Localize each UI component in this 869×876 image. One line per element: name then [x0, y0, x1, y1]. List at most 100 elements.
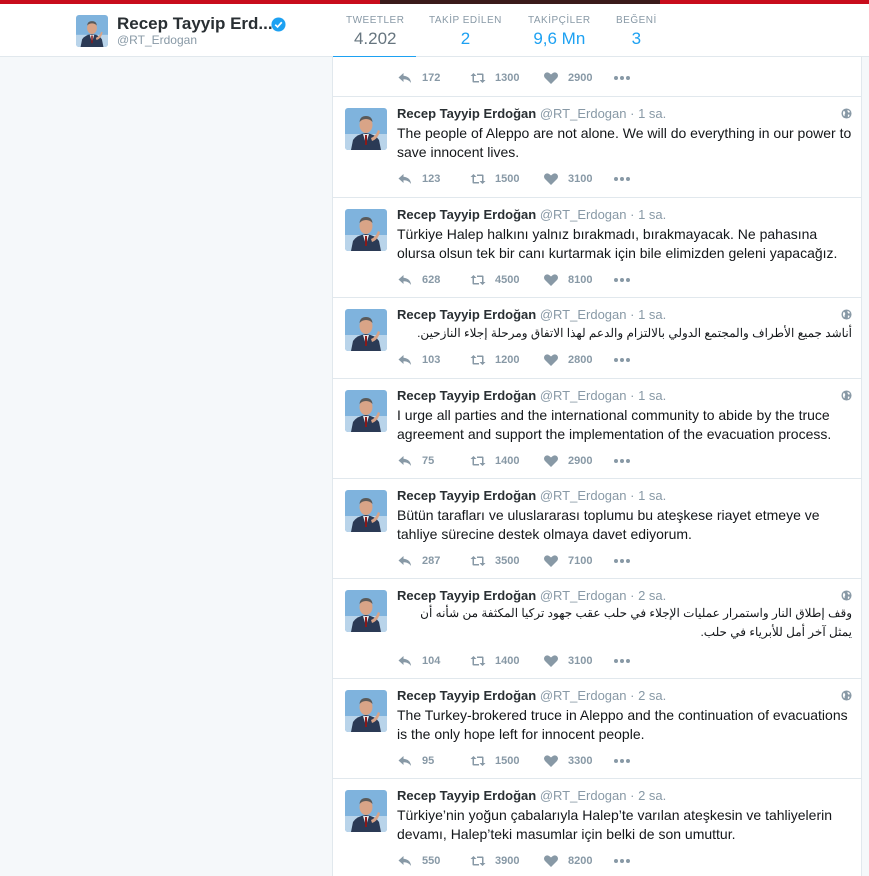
tweet-avatar[interactable] [345, 490, 387, 532]
tweet-time[interactable]: 1 sa. [638, 307, 666, 322]
more-button[interactable] [613, 853, 631, 869]
reply-count: 287 [422, 555, 441, 567]
like-button[interactable]: 3100 [543, 171, 592, 187]
retweet-button[interactable]: 3500 [470, 553, 519, 569]
globe-icon[interactable] [841, 690, 852, 701]
tweet-author-name[interactable]: Recep Tayyip Erdoğan [397, 488, 536, 503]
tweet-author-handle[interactable]: @RT_Erdogan [540, 488, 627, 503]
tweet[interactable]: Recep Tayyip Erdoğan @RT_Erdogan · 2 sa.… [333, 579, 861, 679]
stat-followers[interactable]: TAKİPÇİLER 9,6 Mn [528, 15, 591, 49]
more-button[interactable] [613, 70, 631, 86]
stat-tweets[interactable]: TWEETLER 4.202 [346, 15, 404, 49]
stat-following[interactable]: TAKİP EDİLEN 2 [429, 15, 502, 49]
tweet-author-name[interactable]: Recep Tayyip Erdoğan [397, 788, 536, 803]
like-button[interactable]: 3100 [543, 653, 592, 669]
reply-button[interactable]: 550 [397, 853, 440, 869]
tweet-avatar[interactable] [345, 590, 387, 632]
reply-button[interactable]: 123 [397, 171, 440, 187]
profile-avatar[interactable] [76, 15, 108, 47]
reply-button[interactable]: 95 [397, 753, 434, 769]
stat-likes[interactable]: BEĞENİ 3 [616, 15, 657, 49]
tweet-author-name[interactable]: Recep Tayyip Erdoğan [397, 307, 536, 322]
like-count: 3100 [568, 655, 593, 667]
tweet[interactable]: Recep Tayyip Erdoğan @RT_Erdogan · 1 sa.… [333, 198, 861, 298]
tweet-author-handle[interactable]: @RT_Erdogan [540, 788, 627, 803]
more-button[interactable] [613, 453, 631, 469]
tweet-author-name[interactable]: Recep Tayyip Erdoğan [397, 588, 536, 603]
retweet-icon [470, 853, 486, 869]
tweet-author-handle[interactable]: @RT_Erdogan [540, 307, 627, 322]
like-button[interactable]: 8100 [543, 272, 592, 288]
retweet-button[interactable]: 4500 [470, 272, 519, 288]
like-count: 2900 [568, 455, 593, 467]
retweet-button[interactable]: 1200 [470, 352, 519, 368]
more-button[interactable] [613, 352, 631, 368]
tweet-separator: · [630, 106, 635, 121]
tweet[interactable]: Recep Tayyip Erdoğan @RT_Erdogan · 2 sa.… [333, 679, 861, 779]
tweet-time[interactable]: 1 sa. [638, 106, 666, 121]
more-button[interactable] [613, 272, 631, 288]
reply-count: 172 [422, 72, 441, 84]
reply-icon [397, 352, 413, 368]
tweet-author-name[interactable]: Recep Tayyip Erdoğan [397, 207, 536, 222]
tweet-author-handle[interactable]: @RT_Erdogan [540, 588, 627, 603]
tweet-author-name[interactable]: Recep Tayyip Erdoğan [397, 388, 536, 403]
tweet-time[interactable]: 1 sa. [638, 488, 666, 503]
globe-icon[interactable] [841, 390, 852, 401]
tweet-time[interactable]: 2 sa. [638, 688, 666, 703]
tweet-avatar[interactable] [345, 309, 387, 351]
like-button[interactable]: 2800 [543, 352, 592, 368]
retweet-button[interactable]: 1400 [470, 653, 519, 669]
tweet-author-handle[interactable]: @RT_Erdogan [540, 388, 627, 403]
tweet-avatar[interactable] [345, 209, 387, 251]
profile-name[interactable]: Recep Tayyip Erd... [117, 14, 273, 34]
reply-button[interactable]: 172 [397, 70, 440, 86]
retweet-count: 3900 [495, 855, 520, 867]
globe-icon[interactable] [841, 108, 852, 119]
tweet-time[interactable]: 1 sa. [638, 207, 666, 222]
tweet-author-handle[interactable]: @RT_Erdogan [540, 688, 627, 703]
reply-count: 75 [422, 455, 435, 467]
globe-icon[interactable] [841, 590, 852, 601]
tweet-author-name[interactable]: Recep Tayyip Erdoğan [397, 688, 536, 703]
tweet-time[interactable]: 1 sa. [638, 388, 666, 403]
tweet-avatar[interactable] [345, 108, 387, 150]
like-button[interactable]: 8200 [543, 853, 592, 869]
tweet[interactable]: Recep Tayyip Erdoğan @RT_Erdogan · 2 sa.… [333, 779, 861, 876]
reply-button[interactable]: 103 [397, 352, 440, 368]
retweet-icon [470, 352, 486, 368]
tweet[interactable]: Recep Tayyip Erdoğan @RT_Erdogan · 1 sa.… [333, 379, 861, 479]
like-button[interactable]: 3300 [543, 753, 592, 769]
tweet-author-handle[interactable]: @RT_Erdogan [540, 207, 627, 222]
retweet-button[interactable]: 3900 [470, 853, 519, 869]
more-button[interactable] [613, 753, 631, 769]
more-button[interactable] [613, 171, 631, 187]
tweet-time[interactable]: 2 sa. [638, 588, 666, 603]
reply-button[interactable]: 287 [397, 553, 440, 569]
tweet-avatar[interactable] [345, 690, 387, 732]
like-button[interactable]: 2900 [543, 70, 592, 86]
retweet-button[interactable]: 1500 [470, 171, 519, 187]
tweet[interactable]: Recep Tayyip Erdoğan @RT_Erdogan · 1 sa.… [333, 479, 861, 579]
more-button[interactable] [613, 653, 631, 669]
globe-icon[interactable] [841, 309, 852, 320]
tweet[interactable]: Recep Tayyip Erdoğan @RT_Erdogan · 1 sa.… [333, 298, 861, 379]
like-button[interactable]: 2900 [543, 453, 592, 469]
tweet-author-name[interactable]: Recep Tayyip Erdoğan [397, 106, 536, 121]
tweet-avatar[interactable] [345, 790, 387, 832]
like-button[interactable]: 7100 [543, 553, 592, 569]
reply-button[interactable]: 104 [397, 653, 440, 669]
retweet-button[interactable]: 1300 [470, 70, 519, 86]
more-icon [613, 853, 631, 869]
tweet-author-handle[interactable]: @RT_Erdogan [540, 106, 627, 121]
tweet-partial[interactable]: 172 1300 2900 [333, 57, 861, 97]
reply-button[interactable]: 628 [397, 272, 440, 288]
stat-following-label: TAKİP EDİLEN [429, 15, 502, 26]
tweet-avatar[interactable] [345, 390, 387, 432]
retweet-button[interactable]: 1500 [470, 753, 519, 769]
tweet-time[interactable]: 2 sa. [638, 788, 666, 803]
tweet[interactable]: Recep Tayyip Erdoğan @RT_Erdogan · 1 sa.… [333, 97, 861, 198]
more-button[interactable] [613, 553, 631, 569]
retweet-button[interactable]: 1400 [470, 453, 519, 469]
reply-button[interactable]: 75 [397, 453, 434, 469]
